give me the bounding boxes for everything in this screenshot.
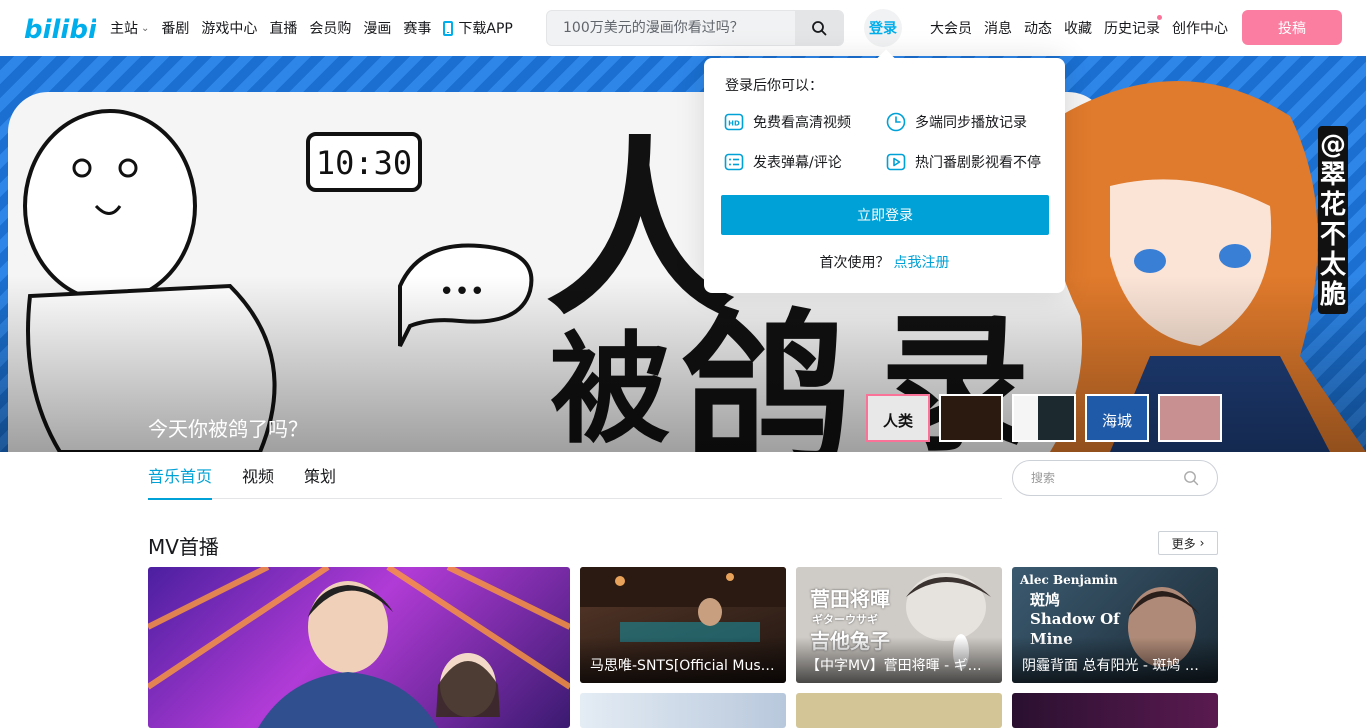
popover-title: 登录后你可以： — [725, 78, 823, 94]
svg-text:10:30: 10:30 — [316, 144, 412, 182]
banner-title[interactable]: 今天你被鸽了吗？ — [148, 413, 308, 442]
nav-link-dynamics[interactable]: 动态 — [1024, 18, 1052, 38]
banner-thumb[interactable] — [939, 394, 1003, 442]
card-title: 阴霾背面 总有阳光 - 斑鸠 Alec Benjamin — [1012, 637, 1218, 683]
chevron-down-icon: ⌄ — [141, 22, 150, 34]
banner-thumb[interactable] — [1158, 394, 1222, 442]
play-icon — [886, 153, 906, 171]
nav-link-messages[interactable]: 消息 — [984, 18, 1012, 38]
card-overlay-text: Alec Benjamin — [1020, 573, 1118, 587]
nav-link-favorites[interactable]: 收藏 — [1064, 18, 1092, 38]
more-button[interactable]: 更多 › — [1158, 531, 1218, 555]
tab-music-home[interactable]: 音乐首页 — [148, 452, 213, 500]
top-nav: bilibili 主站⌄ 番剧 游戏中心 直播 会员购 漫画 赛事 下载APP … — [0, 0, 1366, 56]
nav-link-live[interactable]: 直播 — [269, 18, 297, 38]
video-card[interactable]: 菅田将暉 ギターウサギ 吉他兔子 【中字MV】菅田将暉 - ギターウサギ — [796, 567, 1002, 683]
hero-banner[interactable]: 10:30 ••• 人 被 鸽 录 @翠花不太脆 今天你被鸽了吗？ 人类 海城 — [0, 56, 1366, 452]
nav-link-download-app[interactable]: 下载APP — [443, 18, 513, 38]
video-card[interactable] — [1012, 693, 1218, 728]
hd-icon: HD — [724, 113, 744, 131]
card-title — [148, 702, 570, 728]
nav-link-game-center[interactable]: 游戏中心 — [201, 18, 257, 38]
artist-signature: @翠花不太脆 — [1318, 126, 1348, 314]
music-search-input[interactable] — [1013, 471, 1183, 485]
search-icon — [812, 21, 827, 36]
upload-button[interactable]: 投稿 — [1242, 10, 1342, 45]
nav-link-shop[interactable]: 会员购 — [309, 18, 351, 38]
login-now-button[interactable]: 立即登录 — [721, 195, 1049, 235]
card-title: 马思唯-SNTS[Official Music Video] — [580, 637, 786, 683]
search-button[interactable] — [795, 11, 843, 45]
feature-hot-anime: 热门番剧影视看不停 — [886, 152, 1041, 172]
card-overlay-text: 菅田将暉 — [810, 587, 890, 611]
nav-link-creator-center[interactable]: 创作中心 — [1172, 18, 1228, 38]
banner-thumbnails: 人类 海城 — [866, 394, 1231, 442]
svg-text:HD: HD — [728, 120, 740, 128]
login-popover: 登录后你可以： HD 免费看高清视频 多端同步播放记录 发表弹幕/评论 热门番剧… — [704, 58, 1065, 293]
nav-link-vip[interactable]: 大会员 — [930, 18, 972, 38]
nav-link-manga[interactable]: 漫画 — [363, 18, 391, 38]
tab-videos[interactable]: 视频 — [242, 452, 274, 499]
nav-link-history[interactable]: 历史记录 — [1104, 15, 1162, 38]
bilibili-logo[interactable]: bilibili — [24, 12, 116, 45]
feature-hd-video: HD 免费看高清视频 — [724, 112, 851, 132]
notification-dot — [1157, 15, 1162, 20]
search-input[interactable] — [547, 11, 795, 45]
banner-thumb[interactable]: 海城 — [1085, 394, 1149, 442]
login-avatar-button[interactable]: 登录 — [864, 9, 902, 47]
video-card[interactable] — [796, 693, 1002, 728]
music-search-box — [1012, 460, 1218, 496]
card-overlay-text: 斑鸠 — [1030, 591, 1061, 609]
clock-icon — [886, 112, 906, 132]
register-link[interactable]: 点我注册 — [894, 255, 950, 271]
video-card[interactable]: Alec Benjamin 斑鸠 Shadow Of Mine 阴霾背面 总有阳… — [1012, 567, 1218, 683]
video-card-featured[interactable] — [148, 567, 570, 728]
card-title: 【中字MV】菅田将暉 - ギターウサギ — [796, 637, 1002, 683]
banner-thumb[interactable] — [1012, 394, 1076, 442]
chevron-right-icon: › — [1199, 536, 1205, 550]
svg-text:bilibili: bilibili — [24, 15, 96, 44]
music-subnav: 音乐首页 视频 策划 — [148, 452, 1002, 500]
main-nav-links: 主站 ⌄ 番剧 游戏中心 直播 会员购 漫画 赛事 下载APP — [110, 0, 525, 56]
video-card[interactable]: 马思唯-SNTS[Official Music Video] — [580, 567, 786, 683]
search-icon[interactable] — [1183, 470, 1199, 486]
feature-danmaku-comment: 发表弹幕/评论 — [724, 152, 842, 172]
nav-link-esports[interactable]: 赛事 — [403, 18, 431, 38]
section-title: MV首播 — [148, 535, 219, 559]
nav-link-anime[interactable]: 番剧 — [161, 18, 189, 38]
list-icon — [724, 153, 744, 171]
search-bar — [546, 10, 844, 46]
nav-link-main[interactable]: 主站 ⌄ — [110, 18, 149, 38]
video-card[interactable] — [580, 693, 786, 728]
banner-thumb[interactable]: 人类 — [866, 394, 930, 442]
user-nav-links: 大会员 消息 动态 收藏 历史记录 创作中心 — [930, 0, 1240, 56]
phone-icon — [443, 20, 454, 36]
register-prompt: 首次使用？ 点我注册 — [819, 255, 950, 271]
tab-planning[interactable]: 策划 — [304, 452, 336, 499]
feature-sync-history: 多端同步播放记录 — [886, 112, 1027, 132]
